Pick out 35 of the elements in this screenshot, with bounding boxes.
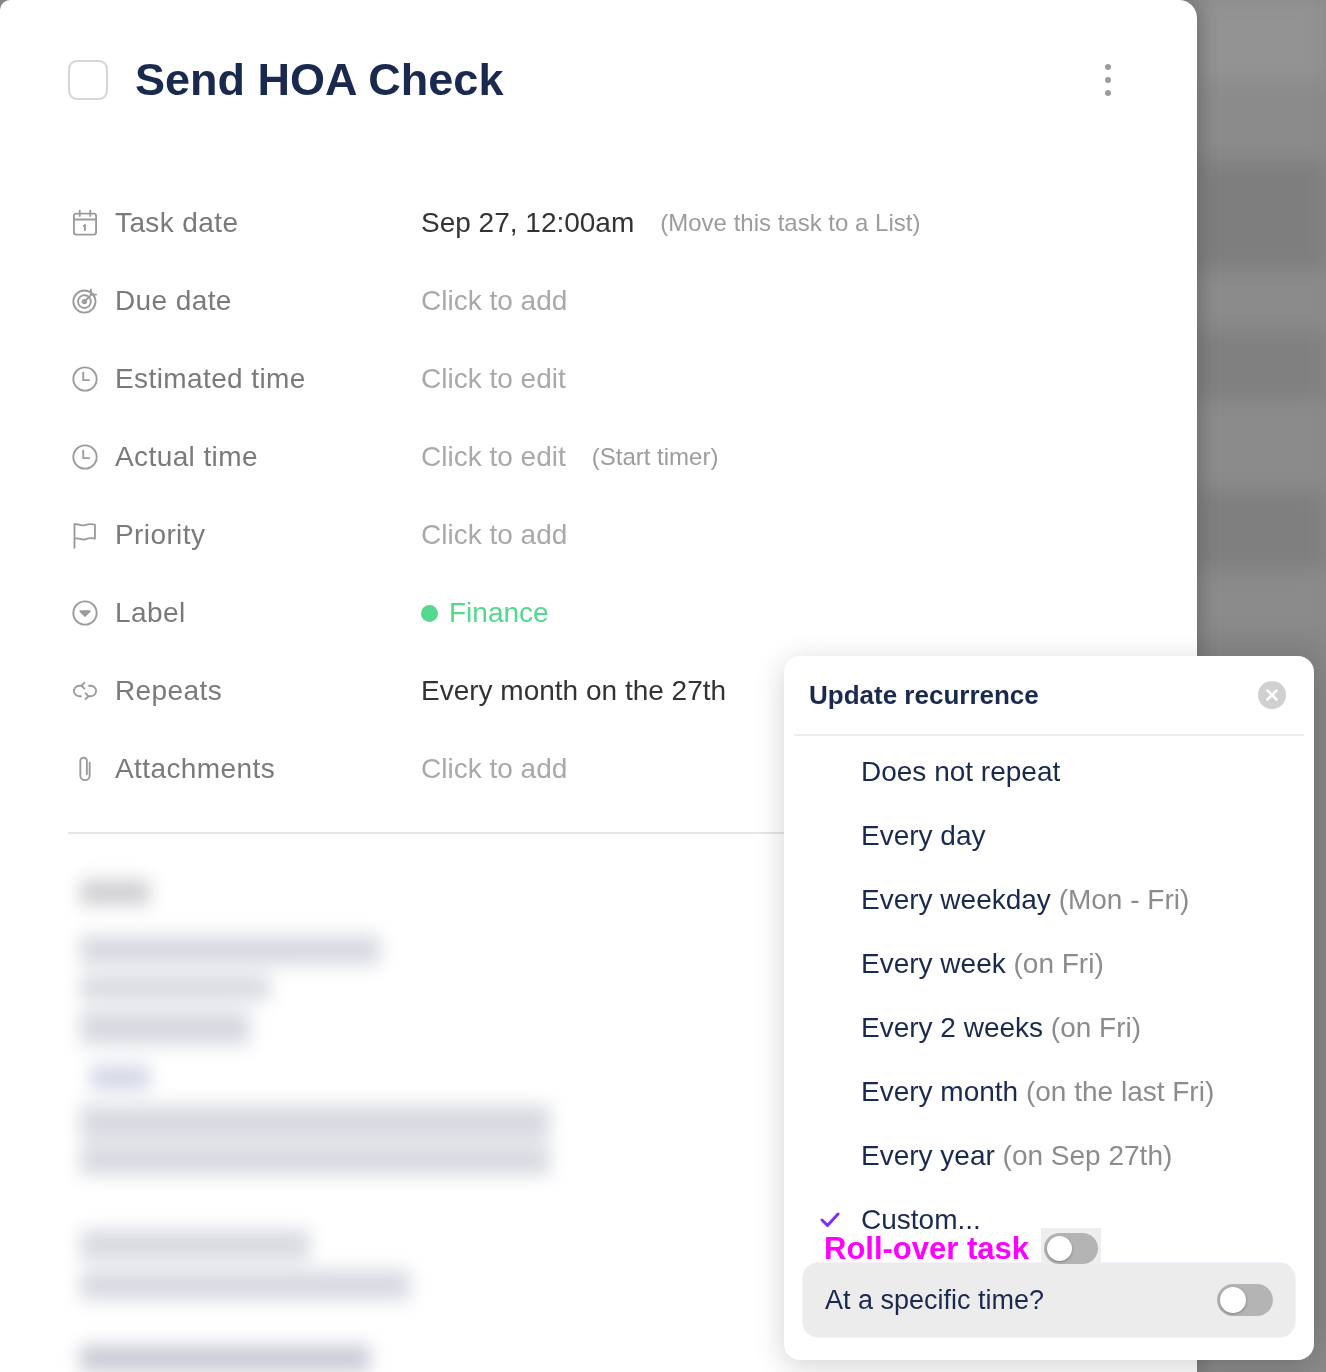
calendar-icon bbox=[71, 209, 99, 237]
field-label: Due date bbox=[115, 285, 232, 317]
target-icon bbox=[71, 287, 99, 315]
field-label: Priority bbox=[115, 519, 206, 551]
more-icon bbox=[1105, 64, 1111, 96]
rollover-label: Roll-over task bbox=[824, 1234, 1029, 1264]
toggle-switch[interactable] bbox=[1041, 1228, 1101, 1264]
recurrence-option[interactable]: Every month (on the last Fri) bbox=[794, 1060, 1304, 1124]
close-icon bbox=[1258, 681, 1286, 709]
clock-icon bbox=[71, 365, 99, 393]
field-label: Attachments bbox=[115, 753, 276, 785]
field-value[interactable]: Sep 27, 12:00am bbox=[421, 207, 635, 239]
specific-time-label: At a specific time? bbox=[825, 1284, 1045, 1316]
chevron-circle-icon bbox=[71, 599, 99, 627]
field-label: Repeats bbox=[115, 675, 223, 707]
field-label: Actual time bbox=[115, 441, 258, 473]
check-icon bbox=[820, 1212, 840, 1228]
field-label: Task date bbox=[115, 207, 239, 239]
task-checkbox[interactable] bbox=[68, 60, 108, 100]
clock-icon bbox=[71, 443, 99, 471]
popover-title: Update recurrence bbox=[809, 679, 1039, 711]
recurrence-option[interactable]: Every day bbox=[794, 804, 1304, 868]
recurrence-option[interactable]: Does not repeat bbox=[794, 740, 1304, 804]
field-label: Label bbox=[115, 597, 186, 629]
recurrence-option[interactable]: Every weekday (Mon - Fri) bbox=[794, 868, 1304, 932]
recurrence-option[interactable]: Every 2 weeks (on Fri) bbox=[794, 996, 1304, 1060]
recurrence-option[interactable]: Every week (on Fri) bbox=[794, 932, 1304, 996]
field-value[interactable]: Every month on the 27th bbox=[421, 675, 727, 707]
close-button[interactable] bbox=[1258, 681, 1286, 709]
flag-icon bbox=[71, 521, 99, 549]
more-button[interactable] bbox=[1105, 64, 1111, 96]
recurrence-option[interactable]: Every year (on Sep 27th) bbox=[794, 1124, 1304, 1188]
toggle-switch[interactable] bbox=[1217, 1284, 1273, 1316]
task-title: Send HOA Check bbox=[135, 58, 504, 102]
field-label: Estimated time bbox=[115, 363, 306, 395]
